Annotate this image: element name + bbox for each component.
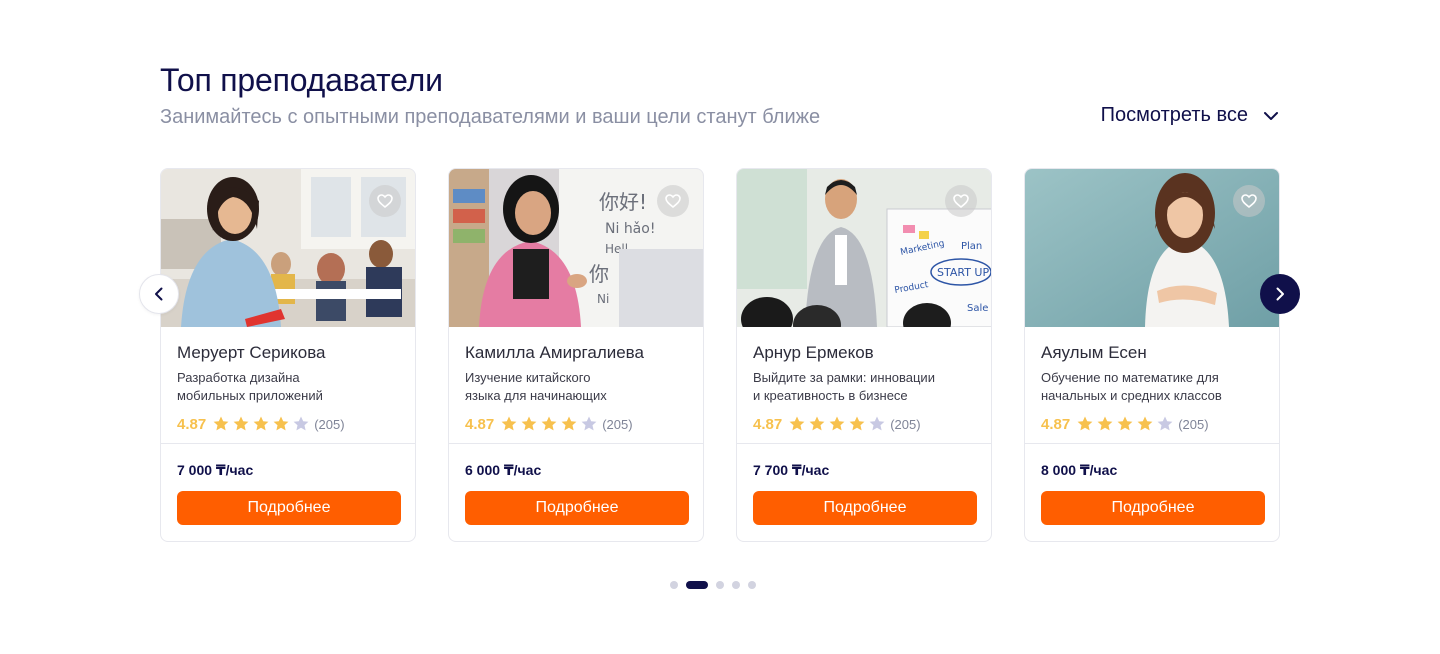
chevron-down-icon bbox=[1264, 111, 1278, 120]
star-icon bbox=[809, 416, 825, 431]
board-text: 你 bbox=[589, 262, 609, 286]
rating: 4.87 (205) bbox=[177, 415, 399, 433]
review-count: (205) bbox=[1178, 416, 1209, 432]
star-icon bbox=[293, 416, 309, 431]
star-icon bbox=[561, 416, 577, 431]
teacher-card: Меруерт Серикова Разработка дизайна моби… bbox=[160, 168, 416, 542]
course-description: Обучение по математике для начальных и с… bbox=[1041, 370, 1222, 403]
pagination-dot[interactable] bbox=[670, 581, 678, 589]
star-icon bbox=[253, 416, 269, 431]
details-button[interactable]: Подробнее bbox=[177, 491, 401, 525]
star-icon bbox=[521, 416, 537, 431]
favorite-button[interactable] bbox=[657, 185, 689, 217]
star-icon bbox=[1157, 416, 1173, 431]
details-button[interactable]: Подробнее bbox=[1041, 491, 1265, 525]
favorite-button[interactable] bbox=[1233, 185, 1265, 217]
section-title: Топ преподаватели bbox=[160, 62, 443, 98]
carousel-prev-button[interactable] bbox=[139, 274, 179, 314]
star-icon bbox=[273, 416, 289, 431]
price: 7 000 ₸/час bbox=[177, 462, 254, 478]
board-text: Sale bbox=[967, 303, 988, 314]
star-icon bbox=[213, 416, 229, 431]
pagination-dot[interactable] bbox=[716, 581, 724, 589]
price: 8 000 ₸/час bbox=[1041, 462, 1118, 478]
see-all-label: Посмотреть все bbox=[1100, 104, 1248, 126]
rating: 4.87 (205) bbox=[1041, 415, 1263, 433]
star-icon bbox=[1097, 416, 1113, 431]
board-text: 你好! bbox=[599, 190, 647, 214]
heart-icon bbox=[953, 194, 969, 209]
chevron-right-icon bbox=[1276, 287, 1284, 301]
teacher-name: Аяулым Есен bbox=[1041, 343, 1147, 362]
board-text: Plan bbox=[961, 241, 982, 252]
pagination-dot[interactable] bbox=[686, 581, 708, 589]
star-icon bbox=[1117, 416, 1133, 431]
carousel-pagination bbox=[670, 581, 756, 589]
rating-score: 4.87 bbox=[753, 415, 783, 433]
pagination-dot[interactable] bbox=[748, 581, 756, 589]
rating: 4.87 (205) bbox=[753, 415, 975, 433]
details-button[interactable]: Подробнее bbox=[465, 491, 689, 525]
course-description: Выйдите за рамки: инновации и креативнос… bbox=[753, 370, 935, 403]
review-count: (205) bbox=[890, 416, 921, 432]
star-icon bbox=[1077, 416, 1093, 431]
carousel-next-button[interactable] bbox=[1260, 274, 1300, 314]
teacher-card: 你好! Ni hǎo! Hell 你 Ni Камилла Амиргалиев… bbox=[448, 168, 704, 542]
section-subtitle: Занимайтесь с опытными преподавателями и… bbox=[160, 106, 821, 128]
star-icon bbox=[829, 416, 845, 431]
rating-stars bbox=[788, 415, 888, 433]
star-icon bbox=[541, 416, 557, 431]
rating-score: 4.87 bbox=[1041, 415, 1071, 433]
review-count: (205) bbox=[602, 416, 633, 432]
rating-score: 4.87 bbox=[465, 415, 495, 433]
teacher-carousel: Меруерт Серикова Разработка дизайна моби… bbox=[160, 168, 1280, 542]
rating: 4.87 (205) bbox=[465, 415, 687, 433]
board-text: Ni bbox=[597, 292, 609, 306]
rating-score: 4.87 bbox=[177, 415, 207, 433]
board-text: START UP bbox=[937, 266, 989, 279]
details-button[interactable]: Подробнее bbox=[753, 491, 977, 525]
see-all-button[interactable]: Посмотреть все bbox=[1101, 104, 1280, 127]
rating-stars bbox=[500, 415, 600, 433]
teacher-photo bbox=[1025, 169, 1279, 327]
course-description: Изучение китайского языка для начинающих bbox=[465, 370, 607, 403]
star-icon bbox=[581, 416, 597, 431]
teacher-card: Аяулым Есен Обучение по математике для н… bbox=[1024, 168, 1280, 542]
review-count: (205) bbox=[314, 416, 345, 432]
heart-icon bbox=[1241, 194, 1257, 209]
price: 6 000 ₸/час bbox=[465, 462, 542, 478]
favorite-button[interactable] bbox=[369, 185, 401, 217]
favorite-button[interactable] bbox=[945, 185, 977, 217]
star-icon bbox=[869, 416, 885, 431]
chevron-left-icon bbox=[155, 287, 163, 301]
star-icon bbox=[1137, 416, 1153, 431]
star-icon bbox=[501, 416, 517, 431]
star-icon bbox=[789, 416, 805, 431]
price: 7 700 ₸/час bbox=[753, 462, 830, 478]
teacher-photo bbox=[161, 169, 415, 327]
teacher-photo: Marketing Plan START UP Product Sale bbox=[737, 169, 991, 327]
teacher-card: Marketing Plan START UP Product Sale Арн… bbox=[736, 168, 992, 542]
teacher-photo: 你好! Ni hǎo! Hell 你 Ni bbox=[449, 169, 703, 327]
teacher-name: Арнур Ермеков bbox=[753, 343, 874, 362]
board-text: Ni hǎo! bbox=[605, 221, 655, 237]
rating-stars bbox=[212, 415, 312, 433]
heart-icon bbox=[377, 194, 393, 209]
course-description: Разработка дизайна мобильных приложений bbox=[177, 370, 323, 403]
heart-icon bbox=[665, 194, 681, 209]
pagination-dot[interactable] bbox=[732, 581, 740, 589]
teacher-name: Камилла Амиргалиева bbox=[465, 343, 644, 362]
teacher-name: Меруерт Серикова bbox=[177, 343, 326, 362]
star-icon bbox=[849, 416, 865, 431]
rating-stars bbox=[1076, 415, 1176, 433]
star-icon bbox=[233, 416, 249, 431]
